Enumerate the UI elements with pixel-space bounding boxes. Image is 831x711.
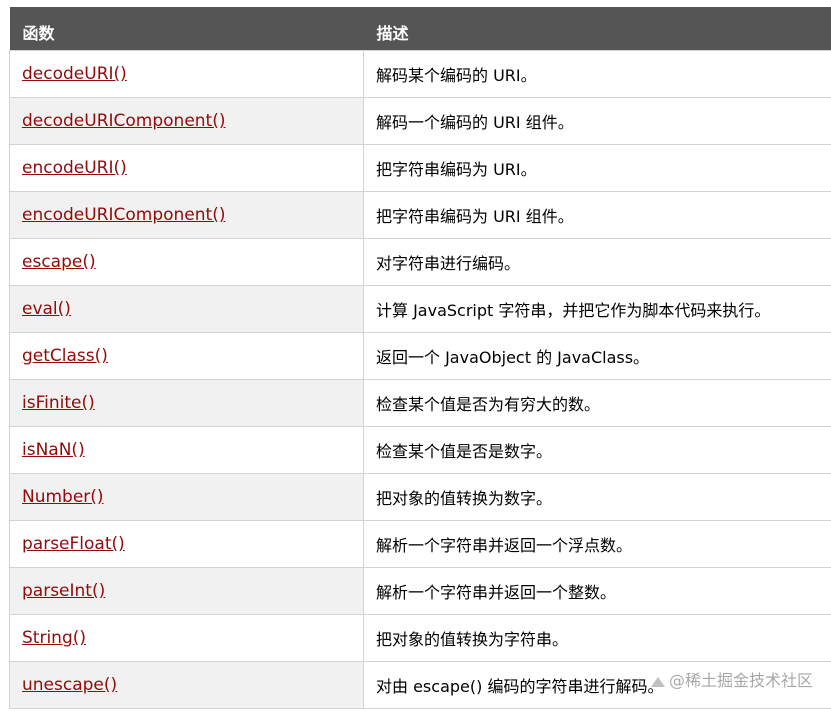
function-cell: eval() bbox=[9, 285, 364, 333]
description-cell: 解码某个编码的 URI。 bbox=[363, 50, 831, 98]
table-row: escape() 对字符串进行编码。 bbox=[9, 238, 831, 286]
function-cell: encodeURI() bbox=[9, 144, 364, 192]
function-cell: encodeURIComponent() bbox=[9, 191, 364, 239]
function-cell: decodeURIComponent() bbox=[9, 97, 364, 145]
function-link-isnan[interactable]: isNaN() bbox=[22, 440, 85, 460]
table-body: decodeURI() 解码某个编码的 URI。 decodeURICompon… bbox=[9, 50, 831, 709]
description-cell: 计算 JavaScript 字符串，并把它作为脚本代码来执行。 bbox=[363, 285, 831, 333]
function-cell: escape() bbox=[9, 238, 364, 286]
description-cell: 解码一个编码的 URI 组件。 bbox=[363, 97, 831, 145]
function-cell: isFinite() bbox=[9, 379, 364, 427]
watermark: @稀土掘金技术社区 bbox=[650, 667, 813, 691]
table-row: eval() 计算 JavaScript 字符串，并把它作为脚本代码来执行。 bbox=[9, 285, 831, 333]
page: 函数 描述 decodeURI() 解码某个编码的 URI。 decodeURI… bbox=[0, 0, 831, 711]
function-cell: String() bbox=[9, 614, 364, 662]
table-row: isFinite() 检查某个值是否为有穷大的数。 bbox=[9, 379, 831, 427]
function-cell: getClass() bbox=[9, 332, 364, 380]
description-cell: 把字符串编码为 URI。 bbox=[363, 144, 831, 192]
function-link-encodeuri[interactable]: encodeURI() bbox=[22, 158, 127, 178]
function-link-parseint[interactable]: parseInt() bbox=[22, 581, 105, 601]
table-row: parseInt() 解析一个字符串并返回一个整数。 bbox=[9, 567, 831, 615]
table-row: isNaN() 检查某个值是否是数字。 bbox=[9, 426, 831, 474]
description-cell: 把对象的值转换为数字。 bbox=[363, 473, 831, 521]
function-link-parsefloat[interactable]: parseFloat() bbox=[22, 534, 125, 554]
function-cell: Number() bbox=[9, 473, 364, 521]
function-link-eval[interactable]: eval() bbox=[22, 299, 71, 319]
function-cell: unescape() bbox=[9, 661, 364, 709]
table-row: getClass() 返回一个 JavaObject 的 JavaClass。 bbox=[9, 332, 831, 380]
function-link-encodeuricomponent[interactable]: encodeURIComponent() bbox=[22, 205, 225, 225]
function-link-escape[interactable]: escape() bbox=[22, 252, 96, 272]
table-row: String() 把对象的值转换为字符串。 bbox=[9, 614, 831, 662]
header-row: 函数 描述 bbox=[9, 7, 831, 51]
table-row: decodeURI() 解码某个编码的 URI。 bbox=[9, 50, 831, 98]
function-cell: isNaN() bbox=[9, 426, 364, 474]
table-row: Number() 把对象的值转换为数字。 bbox=[9, 473, 831, 521]
functions-table: 函数 描述 decodeURI() 解码某个编码的 URI。 decodeURI… bbox=[9, 7, 831, 709]
function-link-isfinite[interactable]: isFinite() bbox=[22, 393, 95, 413]
description-cell: 检查某个值是否是数字。 bbox=[363, 426, 831, 474]
function-cell: parseInt() bbox=[9, 567, 364, 615]
function-link-getclass[interactable]: getClass() bbox=[22, 346, 108, 366]
description-cell: 返回一个 JavaObject 的 JavaClass。 bbox=[363, 332, 831, 380]
table-row: decodeURIComponent() 解码一个编码的 URI 组件。 bbox=[9, 97, 831, 145]
table-row: encodeURIComponent() 把字符串编码为 URI 组件。 bbox=[9, 191, 831, 239]
description-cell: 解析一个字符串并返回一个浮点数。 bbox=[363, 520, 831, 568]
function-cell: parseFloat() bbox=[9, 520, 364, 568]
function-link-number[interactable]: Number() bbox=[22, 487, 104, 507]
header-description: 描述 bbox=[363, 7, 831, 51]
header-function: 函数 bbox=[9, 7, 364, 51]
description-cell: 把对象的值转换为字符串。 bbox=[363, 614, 831, 662]
table-row: parseFloat() 解析一个字符串并返回一个浮点数。 bbox=[9, 520, 831, 568]
watermark-text: @稀土掘金技术社区 bbox=[668, 671, 813, 690]
table-row: encodeURI() 把字符串编码为 URI。 bbox=[9, 144, 831, 192]
description-cell: 解析一个字符串并返回一个整数。 bbox=[363, 567, 831, 615]
function-link-unescape[interactable]: unescape() bbox=[22, 675, 117, 695]
description-cell: 检查某个值是否为有穷大的数。 bbox=[363, 379, 831, 427]
description-cell: 对字符串进行编码。 bbox=[363, 238, 831, 286]
function-link-string[interactable]: String() bbox=[22, 628, 86, 648]
description-cell: 把字符串编码为 URI 组件。 bbox=[363, 191, 831, 239]
function-cell: decodeURI() bbox=[9, 50, 364, 98]
juejin-logo-icon bbox=[650, 677, 665, 687]
table-header: 函数 描述 bbox=[9, 7, 831, 51]
function-link-decodeuri[interactable]: decodeURI() bbox=[22, 64, 127, 84]
function-link-decodeuricomponent[interactable]: decodeURIComponent() bbox=[22, 111, 225, 131]
